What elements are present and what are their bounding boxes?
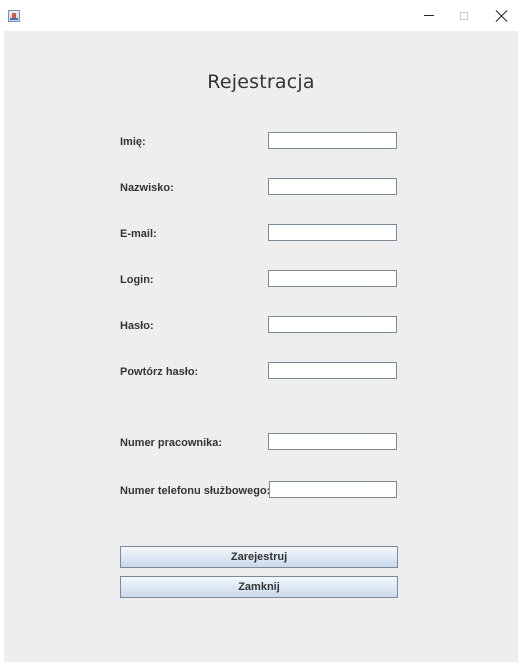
close-button[interactable]: Zamknij bbox=[120, 576, 398, 598]
close-window-button[interactable] bbox=[485, 0, 519, 31]
password-field[interactable] bbox=[268, 316, 397, 333]
email-field[interactable] bbox=[268, 224, 397, 241]
first-name-field[interactable] bbox=[268, 132, 397, 149]
close-icon bbox=[496, 10, 508, 22]
login-label: Login: bbox=[120, 274, 154, 286]
last-name-label: Nazwisko: bbox=[120, 182, 174, 194]
maximize-icon bbox=[460, 11, 468, 20]
login-field[interactable] bbox=[268, 270, 397, 287]
register-button[interactable]: Zarejestruj bbox=[120, 546, 398, 568]
minimize-button[interactable] bbox=[412, 0, 446, 31]
java-cup-icon bbox=[8, 10, 20, 22]
email-label: E-mail: bbox=[120, 228, 157, 240]
minimize-icon bbox=[424, 15, 434, 16]
registration-window: Rejestracja Imię: Nazwisko: E-mail: Logi… bbox=[0, 0, 522, 666]
password-repeat-label: Powtórz hasło: bbox=[120, 366, 199, 378]
maximize-button[interactable] bbox=[447, 0, 481, 31]
password-repeat-field[interactable] bbox=[268, 362, 397, 379]
title-bar[interactable] bbox=[0, 0, 522, 31]
form-title: Rejestracja bbox=[207, 71, 315, 93]
password-label: Hasło: bbox=[120, 320, 154, 332]
first-name-label: Imię: bbox=[120, 136, 146, 148]
employee-number-label: Numer pracownika: bbox=[120, 437, 223, 449]
work-phone-label: Numer telefonu służbowego: bbox=[120, 485, 271, 497]
last-name-field[interactable] bbox=[268, 178, 397, 195]
form-panel: Rejestracja Imię: Nazwisko: E-mail: Logi… bbox=[4, 31, 518, 662]
employee-number-field[interactable] bbox=[268, 433, 397, 450]
work-phone-field[interactable] bbox=[269, 481, 397, 498]
